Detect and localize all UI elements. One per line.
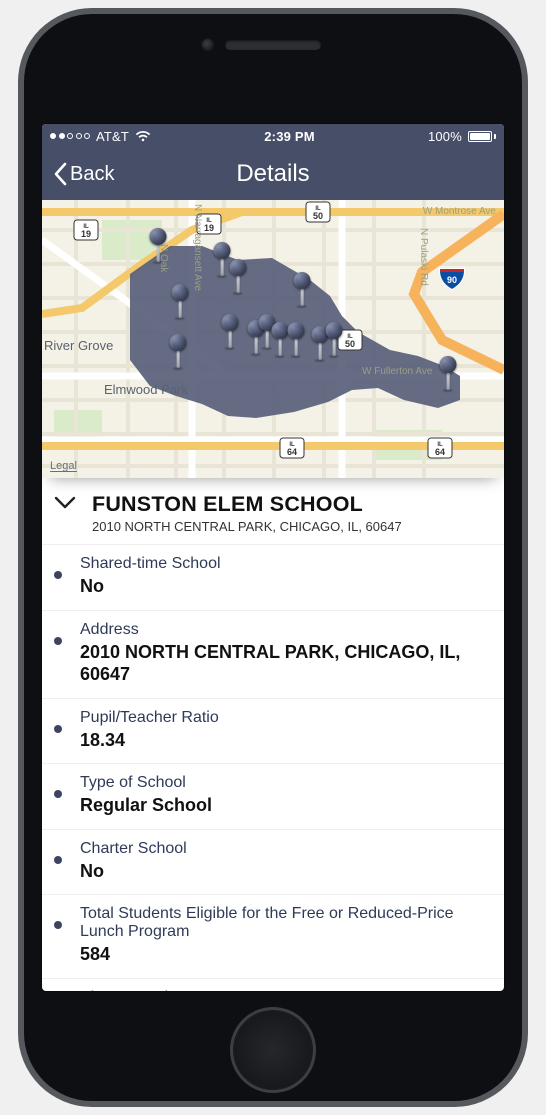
map-pin[interactable]	[149, 228, 167, 264]
detail-row: Pupil/Teacher Ratio 18.34	[42, 699, 504, 765]
map-label-elmwood-park: Elmwood Park	[104, 382, 188, 397]
map-road-montrose: W Montrose Ave	[423, 206, 496, 217]
bullet-icon	[54, 790, 62, 798]
detail-row: Total Students Eligible for the Free or …	[42, 895, 504, 979]
school-header: FUNSTON ELEM SCHOOL 2010 NORTH CENTRAL P…	[42, 478, 504, 545]
map-pin[interactable]	[439, 356, 457, 392]
detail-label: Total Students Eligible for the Free or …	[80, 905, 490, 941]
battery-icon	[468, 131, 496, 142]
detail-value: Regular School	[80, 794, 490, 817]
map-pin[interactable]	[293, 272, 311, 308]
detail-value: No	[80, 860, 490, 883]
detail-label: Pupil/Teacher Ratio	[80, 709, 490, 727]
carrier-label: AT&T	[96, 129, 129, 144]
svg-text:50: 50	[345, 339, 355, 349]
detail-label: Phone Number	[80, 989, 490, 992]
wifi-icon	[135, 130, 151, 142]
front-camera	[201, 38, 215, 52]
detail-label: Charter School	[80, 840, 490, 858]
details-list: Shared-time School No Address 2010 NORTH CE…	[42, 545, 504, 991]
map-road-pulaski: N Pulaski Rd	[418, 228, 429, 286]
detail-row: Shared-time School No	[42, 545, 504, 611]
svg-text:19: 19	[81, 229, 91, 239]
earpiece-speaker	[225, 40, 321, 50]
bullet-icon	[54, 571, 62, 579]
map-pin[interactable]	[221, 314, 239, 350]
collapse-toggle[interactable]	[54, 492, 82, 516]
svg-text:64: 64	[435, 447, 445, 457]
detail-label: Type of School	[80, 774, 490, 792]
phone-top-area	[0, 0, 546, 110]
bullet-icon	[54, 856, 62, 864]
svg-text:19: 19	[204, 223, 214, 233]
map-road-narragansett: N Narragansett Ave	[192, 204, 203, 291]
detail-value: 584	[80, 943, 490, 966]
chevron-down-icon	[54, 495, 76, 511]
battery-percentage: 100%	[428, 129, 462, 144]
back-label: Back	[70, 163, 114, 186]
school-name: FUNSTON ELEM SCHOOL	[92, 492, 402, 517]
map-pin[interactable]	[287, 322, 305, 358]
bullet-icon	[54, 637, 62, 645]
signal-strength-icon	[50, 133, 90, 139]
detail-value: 2010 NORTH CENTRAL PARK, CHICAGO, IL, 60…	[80, 641, 490, 686]
svg-text:50: 50	[313, 211, 323, 221]
bullet-icon	[54, 725, 62, 733]
page-title: Details	[236, 160, 309, 188]
content-scroll[interactable]: FUNSTON ELEM SCHOOL 2010 NORTH CENTRAL P…	[42, 478, 504, 991]
map-pin[interactable]	[325, 322, 343, 358]
detail-row: Type of School Regular School	[42, 764, 504, 830]
detail-row: Phone Number	[42, 979, 504, 992]
clock: 2:39 PM	[151, 129, 428, 144]
phone-frame: AT&T 2:39 PM 100%	[0, 0, 546, 1115]
detail-value: 18.34	[80, 729, 490, 752]
back-button[interactable]: Back	[46, 148, 120, 200]
detail-row: Address 2010 NORTH CENTRAL PARK, CHICAGO,…	[42, 611, 504, 699]
map-pin[interactable]	[229, 259, 247, 295]
home-button[interactable]	[230, 1007, 316, 1093]
nav-bar: Back Details	[42, 148, 504, 200]
map-label-river-grove: River Grove	[44, 338, 113, 353]
status-bar: AT&T 2:39 PM 100%	[42, 124, 504, 148]
map-view[interactable]: IL 19 IL 19 IL 50	[42, 200, 504, 478]
map-pin[interactable]	[169, 334, 187, 370]
detail-label: Address	[80, 621, 490, 639]
map-pin[interactable]	[171, 284, 189, 320]
school-address-line: 2010 NORTH CENTRAL PARK, CHICAGO, IL, 60…	[92, 519, 402, 534]
detail-row: Charter School No	[42, 830, 504, 896]
svg-text:90: 90	[447, 275, 457, 285]
map-legal-link[interactable]: Legal	[50, 460, 77, 472]
detail-value: No	[80, 575, 490, 598]
chevron-left-icon	[52, 162, 68, 186]
detail-label: Shared-time School	[80, 555, 490, 573]
map-road-fullerton: W Fullerton Ave	[362, 366, 432, 377]
screen: AT&T 2:39 PM 100%	[42, 124, 504, 991]
svg-text:64: 64	[287, 447, 297, 457]
bullet-icon	[54, 921, 62, 929]
